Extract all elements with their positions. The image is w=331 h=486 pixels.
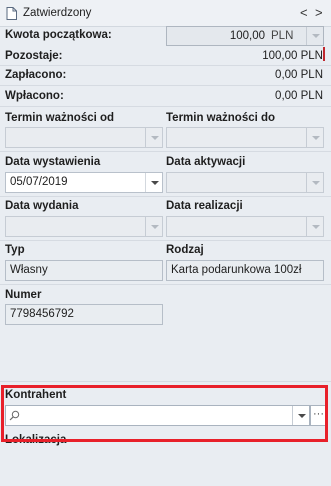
kwota-field[interactable]: 100,00 PLN (166, 26, 324, 46)
divider (0, 381, 331, 382)
divider (0, 151, 331, 152)
termin-do-dropdown-button (306, 128, 323, 147)
data-wystawienia-value: 05/07/2019 (10, 176, 68, 188)
data-realizacji-dropdown-button (306, 217, 323, 236)
typ-value: Własny (10, 264, 48, 276)
data-realizacji-field (166, 216, 324, 237)
data-aktywacji-dropdown-button (306, 173, 323, 192)
data-aktywacji-field (166, 172, 324, 193)
divider (0, 196, 331, 197)
typ-field: Własny (5, 260, 163, 281)
status-title: Zatwierdzony (23, 7, 92, 19)
termin-od-dropdown-button (145, 128, 162, 147)
divider (0, 85, 331, 86)
termin-od-label: Termin ważności od (5, 112, 115, 124)
divider (0, 65, 331, 66)
wplacono-value: 0,00 PLN (275, 90, 323, 102)
zaplacono-value: 0,00 PLN (275, 69, 323, 81)
highlight-box (1, 385, 328, 442)
kwota-label: Kwota początkowa: (5, 29, 112, 41)
kwota-currency: PLN (271, 30, 294, 42)
rodzaj-label: Rodzaj (166, 244, 204, 256)
termin-od-field (5, 127, 163, 148)
rodzaj-field: Karta podarunkowa 100zł (166, 260, 324, 281)
rodzaj-value: Karta podarunkowa 100zł (171, 264, 302, 276)
pozostaje-label: Pozostaje: (5, 50, 63, 62)
previous-button[interactable]: < (300, 5, 308, 20)
data-wydania-field (5, 216, 163, 237)
divider (0, 240, 331, 241)
numer-value: 7798456792 (10, 308, 74, 320)
data-aktywacji-label: Data aktywacji (166, 156, 246, 168)
data-wystawienia-field: 05/07/2019 (5, 172, 163, 193)
numer-field: 7798456792 (5, 304, 163, 325)
data-wystawienia-dropdown-button (145, 173, 162, 192)
numer-label: Numer (5, 289, 42, 301)
data-wystawienia-label: Data wystawienia (5, 156, 101, 168)
text-cursor (323, 47, 325, 61)
data-realizacji-label: Data realizacji (166, 200, 243, 212)
typ-label: Typ (5, 244, 25, 256)
divider (0, 284, 331, 285)
currency-dropdown-button (306, 27, 323, 45)
kwota-value: 100,00 (229, 30, 265, 42)
termin-do-label: Termin ważności do (166, 112, 276, 124)
data-wydania-label: Data wydania (5, 200, 79, 212)
zaplacono-label: Zapłacono: (5, 69, 67, 81)
document-icon (6, 7, 17, 20)
data-wydania-dropdown-button (145, 217, 162, 236)
next-button[interactable]: > (315, 5, 323, 20)
divider (0, 106, 331, 107)
wplacono-label: Wpłacono: (5, 90, 64, 102)
termin-do-field (166, 127, 324, 148)
pozostaje-value: 100,00 PLN (262, 50, 323, 62)
header-bar: Zatwierdzony < > (0, 0, 331, 27)
